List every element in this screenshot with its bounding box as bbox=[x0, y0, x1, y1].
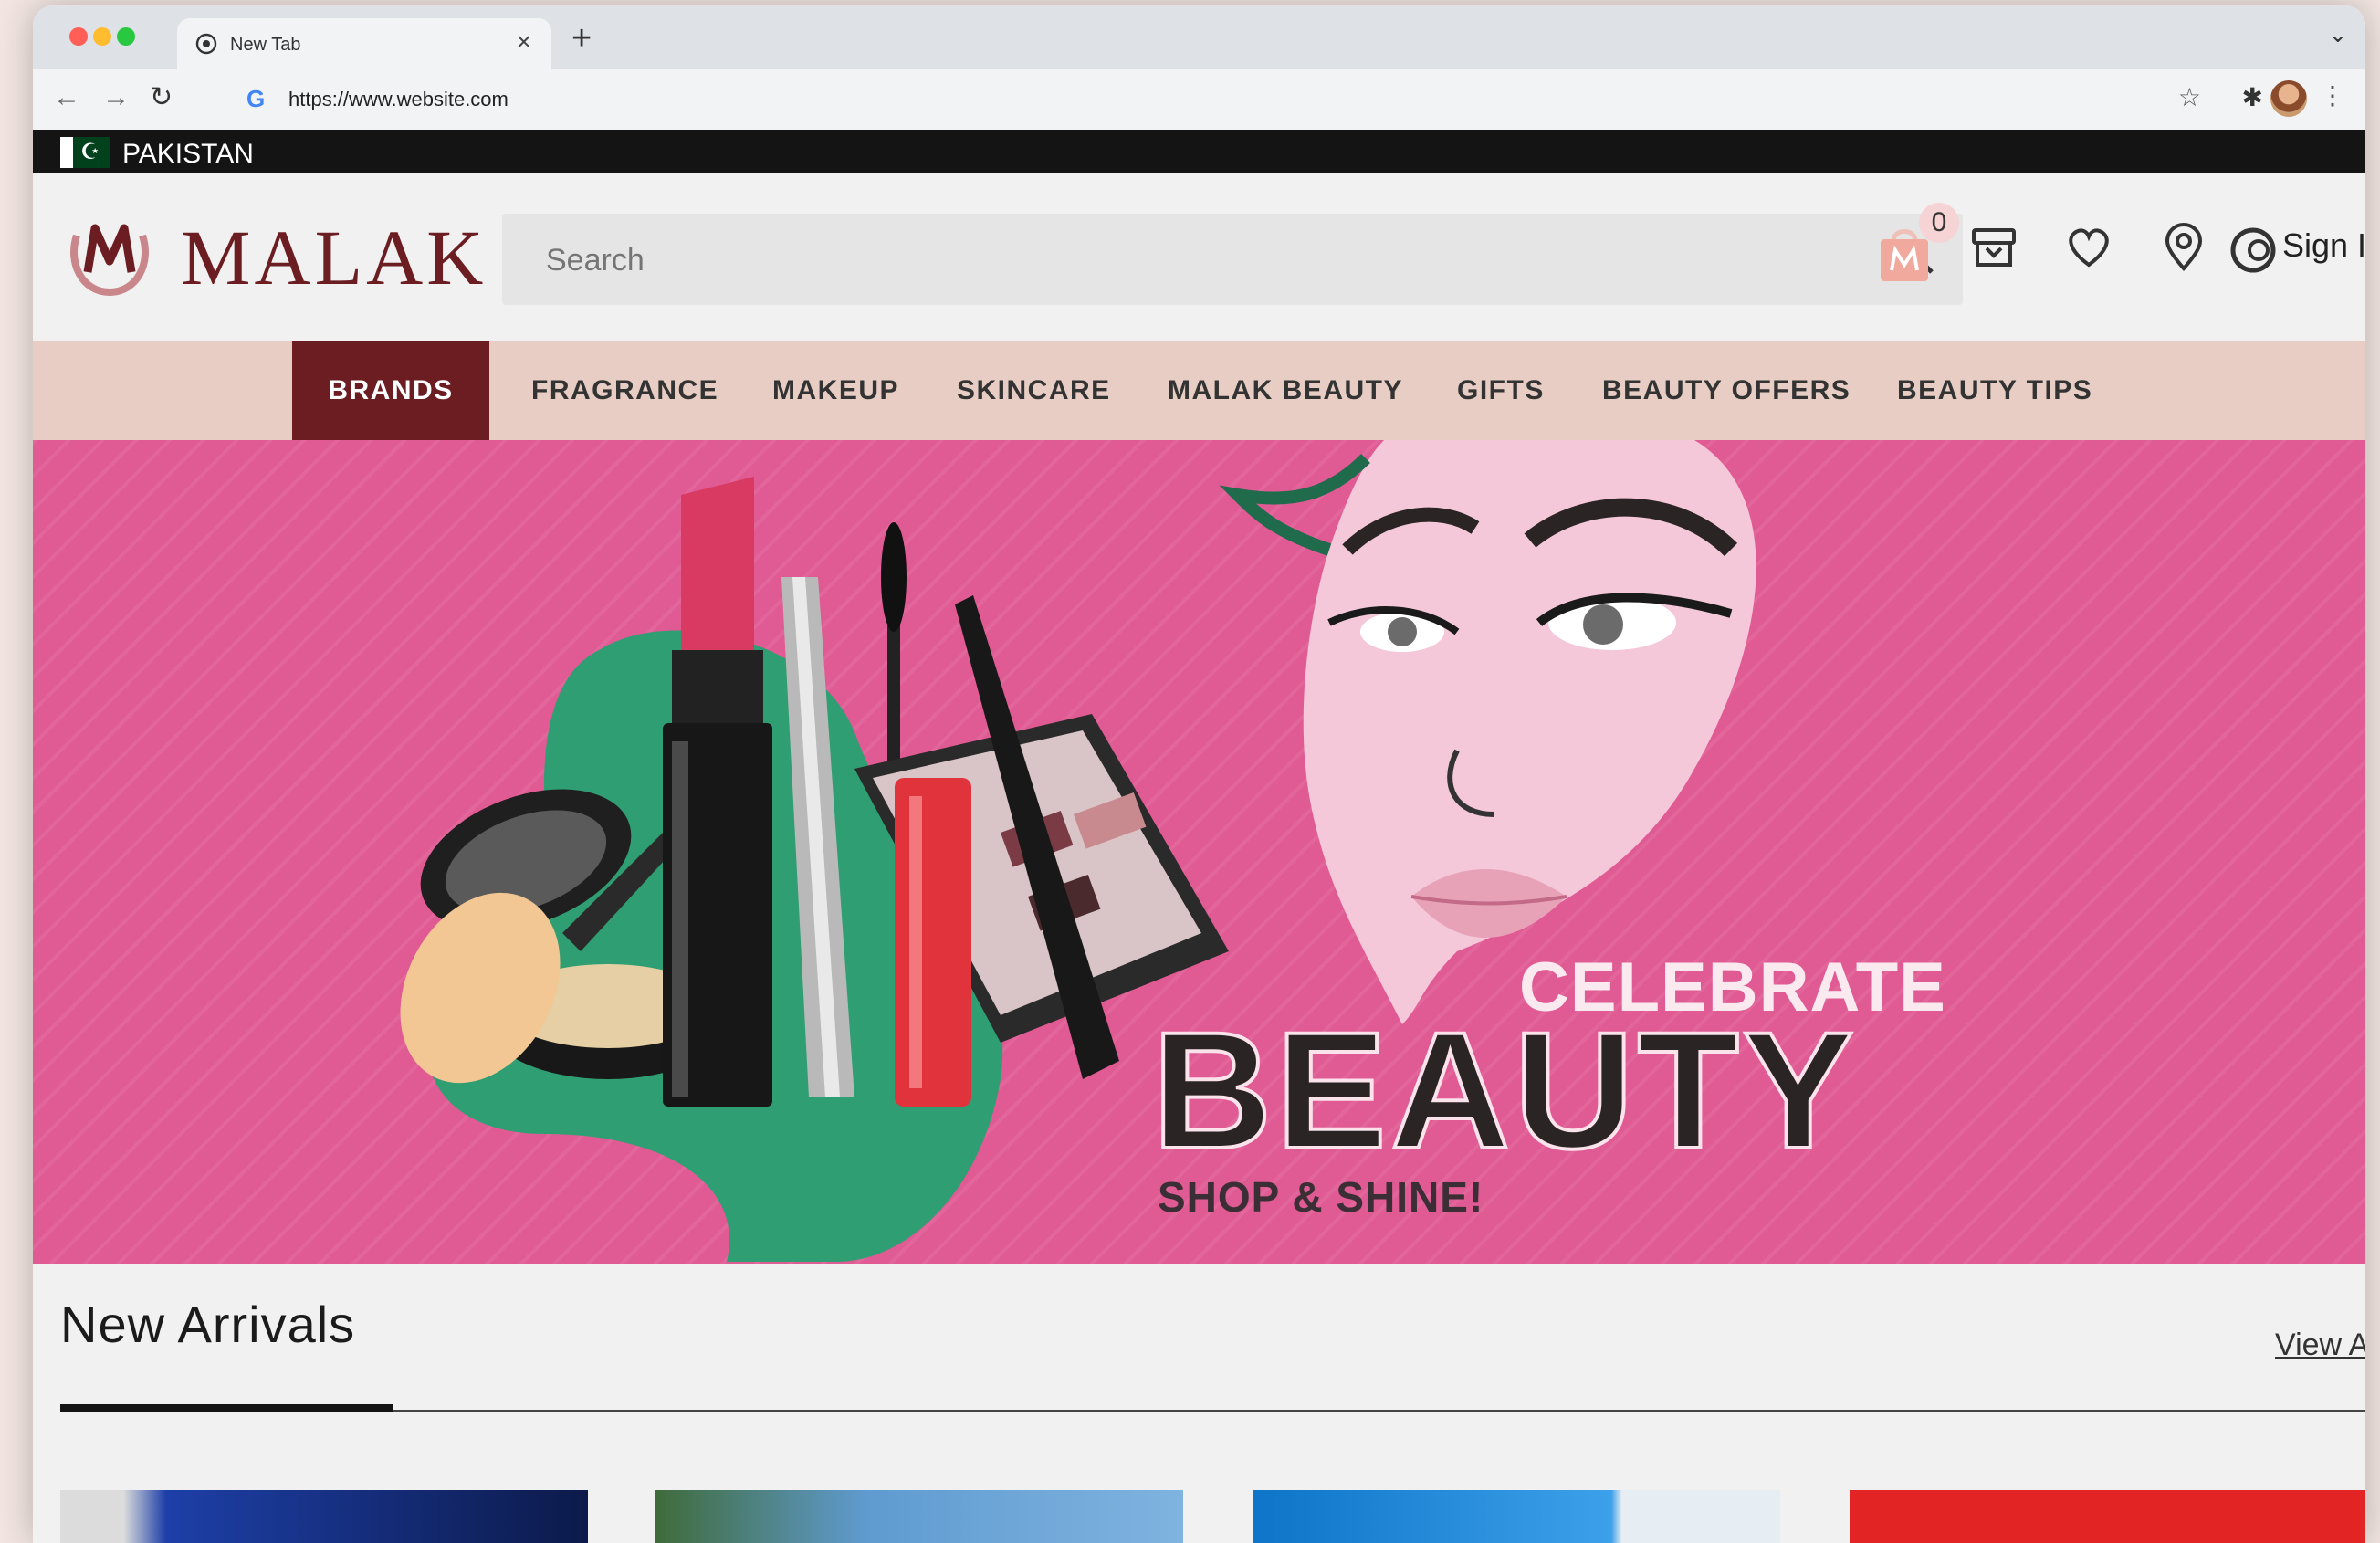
hero-beauty-headline: BEAUTY bbox=[1150, 997, 1858, 1183]
category-nav: BRANDS FRAGRANCE MAKEUP SKINCARE MALAK B… bbox=[33, 341, 2365, 440]
location-pin-icon[interactable] bbox=[2158, 221, 2209, 272]
tab-strip: New Tab × + ⌄ bbox=[33, 5, 2365, 69]
nav-item-beauty-offers[interactable]: BEAUTY OFFERS bbox=[1602, 341, 1851, 440]
nav-item-gifts[interactable]: GIFTS bbox=[1457, 341, 1545, 440]
section-title: New Arrivals bbox=[60, 1296, 356, 1353]
browser-tab[interactable]: New Tab × bbox=[177, 18, 551, 69]
heart-icon[interactable] bbox=[2063, 221, 2114, 272]
browser-window: New Tab × + ⌄ ← → ↻ G https://www.websit… bbox=[33, 5, 2365, 1543]
lip-gloss bbox=[895, 778, 971, 1107]
cart-button[interactable]: 0 bbox=[1868, 203, 1968, 290]
hero-tagline: SHOP & SHINE! bbox=[1158, 1173, 1484, 1221]
logo-wordmark[interactable]: MALAK bbox=[181, 212, 487, 303]
nav-item-malak-beauty[interactable]: MALAK BEAUTY bbox=[1168, 341, 1403, 440]
search-bar bbox=[502, 214, 1963, 305]
account-icon[interactable] bbox=[2228, 225, 2279, 276]
close-window-button[interactable] bbox=[69, 27, 88, 46]
nav-item-fragrance[interactable]: FRAGRANCE bbox=[531, 341, 718, 440]
reload-icon[interactable]: ↻ bbox=[150, 82, 173, 113]
address-bar[interactable]: G https://www.website.com bbox=[203, 79, 2165, 119]
gift-icon[interactable] bbox=[1968, 221, 2019, 272]
plus-icon[interactable]: + bbox=[571, 21, 592, 56]
star-icon[interactable]: ☆ bbox=[2178, 82, 2201, 112]
new-arrivals-section: New Arrivals View A bbox=[33, 1264, 2365, 1543]
url-text[interactable]: https://www.website.com bbox=[288, 88, 509, 111]
kebab-icon[interactable]: ⋮ bbox=[2320, 80, 2345, 110]
pakistan-flag-icon: ☪ bbox=[60, 137, 110, 168]
woman-face-illustration bbox=[1219, 440, 1756, 1024]
hero-banner[interactable]: CELEBRATE BEAUTY SHOP & SHINE! bbox=[33, 440, 2365, 1264]
lipstick bbox=[663, 477, 772, 1107]
google-icon: G bbox=[246, 85, 266, 112]
country-selector[interactable]: PAKISTAN bbox=[122, 139, 254, 170]
section-divider-accent bbox=[60, 1404, 393, 1412]
sign-in-link[interactable]: Sign I bbox=[2282, 226, 2365, 265]
country-bar: ☪ PAKISTAN bbox=[33, 130, 2365, 173]
close-icon[interactable]: × bbox=[517, 29, 531, 55]
browser-toolbar: ← → ↻ G https://www.website.com ☆ ✱ ⋮ bbox=[33, 69, 2365, 130]
tab-title: New Tab bbox=[230, 35, 301, 55]
globe-icon bbox=[195, 33, 217, 55]
view-all-link[interactable]: View A bbox=[2275, 1328, 2365, 1363]
site-header: MALAK 0 bbox=[33, 173, 2365, 341]
extensions-icon[interactable]: ✱ bbox=[2242, 82, 2263, 112]
product-card[interactable] bbox=[60, 1490, 588, 1543]
nav-item-beauty-tips[interactable]: BEAUTY TIPS bbox=[1897, 341, 2092, 440]
nav-item-brands[interactable]: BRANDS bbox=[292, 341, 489, 440]
nav-item-skincare[interactable]: SKINCARE bbox=[957, 341, 1111, 440]
product-card[interactable] bbox=[1253, 1490, 1780, 1543]
nav-item-makeup[interactable]: MAKEUP bbox=[772, 341, 899, 440]
mascara-wand bbox=[881, 522, 907, 769]
profile-avatar[interactable] bbox=[2270, 80, 2307, 117]
minimize-window-button[interactable] bbox=[93, 27, 111, 46]
cart-count-badge: 0 bbox=[1919, 203, 1959, 243]
back-icon[interactable]: ← bbox=[53, 82, 80, 113]
product-card[interactable] bbox=[655, 1490, 1183, 1543]
search-input[interactable] bbox=[544, 239, 1826, 281]
product-card[interactable] bbox=[1850, 1490, 2365, 1543]
forward-icon[interactable]: → bbox=[102, 82, 130, 113]
tab-search-button[interactable]: ⌄ bbox=[2329, 22, 2347, 48]
section-divider bbox=[60, 1410, 2365, 1412]
malak-logo-icon[interactable] bbox=[64, 208, 155, 299]
maximize-window-button[interactable] bbox=[117, 27, 135, 46]
